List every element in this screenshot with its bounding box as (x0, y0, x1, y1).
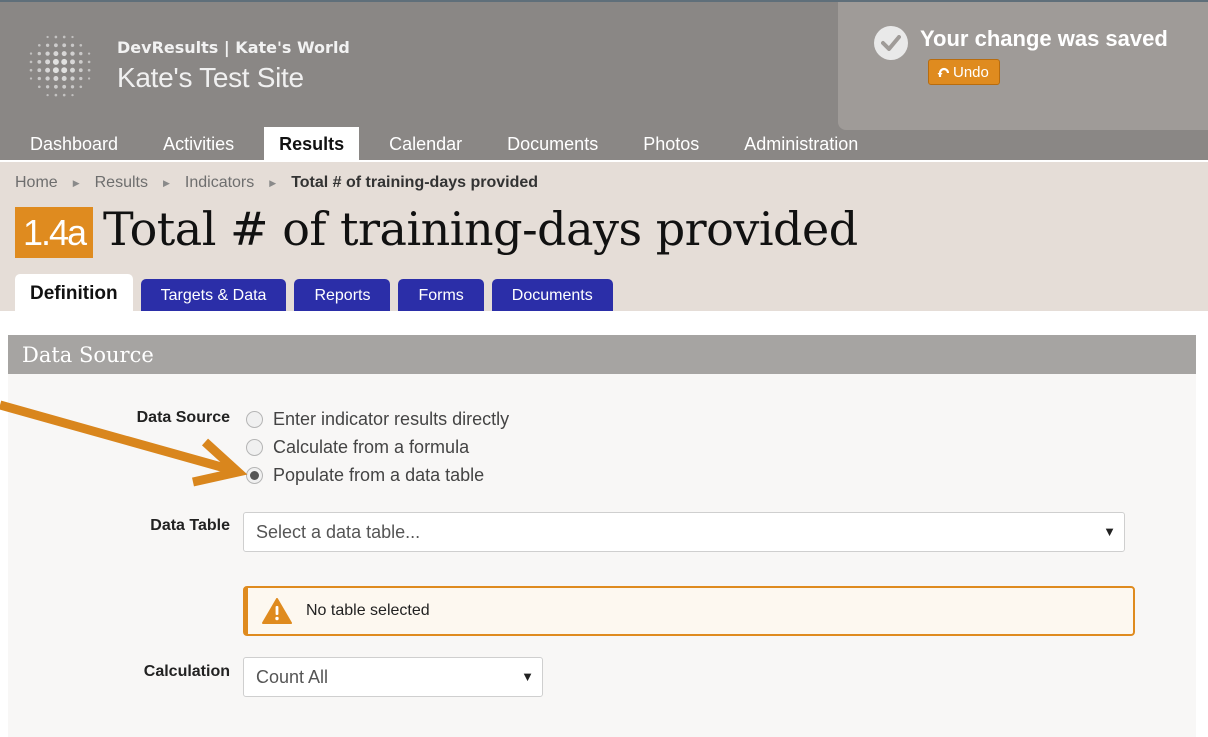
check-circle-icon (874, 26, 908, 60)
option-label: Populate from a data table (273, 465, 485, 485)
breadcrumb-current: Total # of training-days provided (291, 174, 539, 191)
undo-label: Undo (953, 63, 989, 81)
dropdown-arrow-icon: ▼ (1103, 524, 1116, 539)
nav-calendar[interactable]: Calendar (374, 127, 477, 162)
data-table-select[interactable]: Select a data table... ▼ (243, 512, 1125, 552)
undo-button[interactable]: Undo (928, 59, 1000, 85)
undo-arrow-icon (937, 67, 949, 77)
warning-text: No table selected (306, 602, 430, 619)
warning-icon (262, 598, 292, 624)
toast-message: Your change was saved (920, 26, 1168, 51)
breadcrumb: Home ▶ Results ▶ Indicators ▶ Total # of… (15, 174, 538, 192)
no-table-warning: No table selected (243, 586, 1135, 636)
data-table-placeholder: Select a data table... (256, 522, 421, 542)
tab-forms[interactable]: Forms (398, 279, 484, 311)
calculation-select[interactable]: Count All ▼ (243, 657, 543, 697)
tab-targets-data[interactable]: Targets & Data (140, 279, 287, 311)
main-content: Data Source Data Source Enter indicator … (0, 311, 1208, 737)
nav-dashboard[interactable]: Dashboard (15, 127, 133, 162)
option-populate-data-table[interactable]: Populate from a data table (246, 465, 484, 486)
globe-dots-logo[interactable] (26, 32, 94, 100)
breadcrumb-separator-icon: ▶ (72, 177, 80, 188)
save-toast: Your change was saved Undo (838, 2, 1208, 130)
dropdown-arrow-icon: ▼ (521, 669, 534, 684)
indicator-tabs: Definition Targets & Data Reports Forms … (15, 274, 621, 311)
nav-administration[interactable]: Administration (729, 127, 873, 162)
calculation-label: Calculation (143, 663, 230, 680)
org-name: DevResults | Kate's World (117, 38, 350, 57)
panel-heading: Data Source (8, 335, 1196, 374)
nav-activities[interactable]: Activities (148, 127, 249, 162)
indicator-code-badge: 1.4a (15, 207, 93, 258)
breadcrumb-separator-icon: ▶ (162, 177, 170, 188)
breadcrumb-home[interactable]: Home (15, 174, 58, 192)
tab-definition[interactable]: Definition (15, 274, 133, 311)
option-label: Calculate from a formula (273, 437, 470, 457)
nav-documents[interactable]: Documents (492, 127, 613, 162)
calculation-value: Count All (256, 667, 329, 687)
tab-documents[interactable]: Documents (491, 279, 613, 311)
page-title: Total # of training-days provided (103, 202, 858, 256)
breadcrumb-results[interactable]: Results (95, 174, 148, 192)
app-header: DevResults | Kate's World Kate's Test Si… (0, 0, 1208, 162)
tab-reports[interactable]: Reports (294, 279, 391, 311)
breadcrumb-indicators[interactable]: Indicators (185, 174, 254, 192)
annotation-arrow (0, 400, 248, 487)
option-enter-directly[interactable]: Enter indicator results directly (246, 409, 509, 430)
data-table-label: Data Table (150, 517, 230, 534)
option-label: Enter indicator results directly (273, 409, 510, 429)
main-nav: Dashboard Activities Results Calendar Do… (0, 127, 888, 162)
nav-photos[interactable]: Photos (628, 127, 714, 162)
site-name[interactable]: Kate's Test Site (117, 62, 304, 94)
header-divider (0, 160, 1208, 162)
breadcrumb-separator-icon: ▶ (269, 177, 277, 188)
nav-results[interactable]: Results (264, 127, 360, 162)
